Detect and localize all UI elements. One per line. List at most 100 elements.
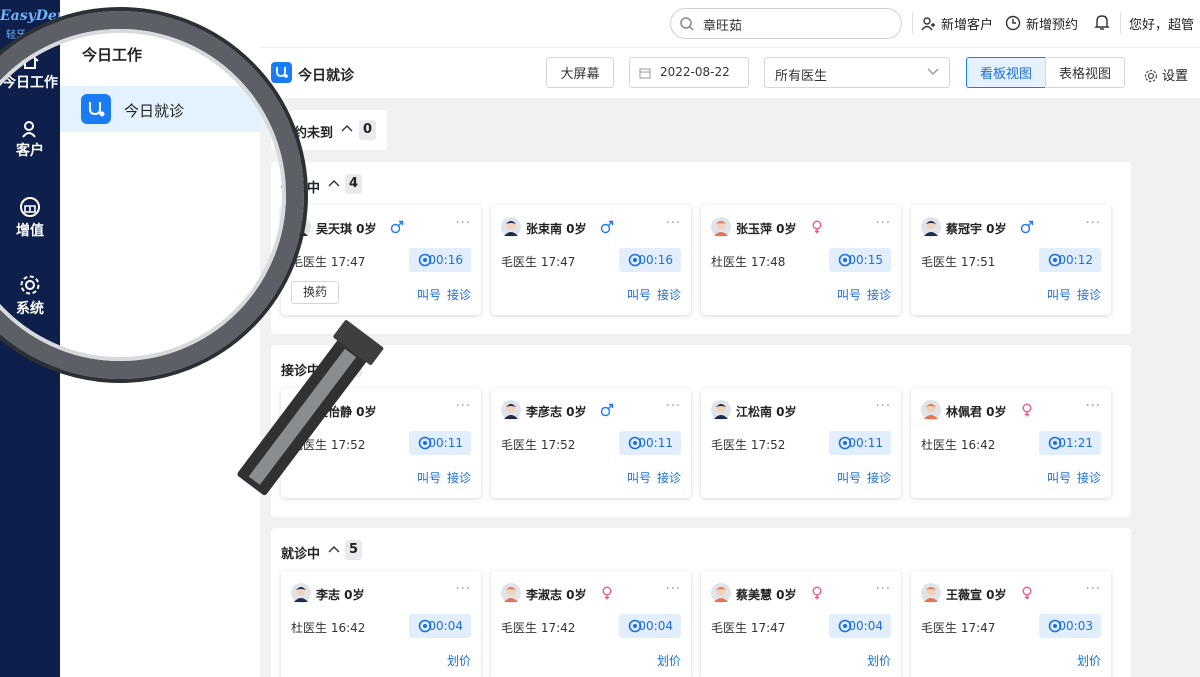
- action-link[interactable]: 划价: [1077, 654, 1101, 668]
- action-link[interactable]: 接诊: [657, 288, 681, 302]
- patient-card[interactable]: 蔡美慧 0岁 ··· 毛医生 17:47 00:04 划价: [701, 571, 901, 677]
- patient-card[interactable]: 张束南 0岁 ··· 毛医生 17:47 00:16 叫号 接诊: [491, 205, 691, 315]
- action-link[interactable]: 叫号: [627, 471, 651, 485]
- male-icon: [1020, 220, 1034, 237]
- group-title: 候诊中: [281, 181, 321, 196]
- doctor-select-value: 所有医生: [775, 69, 828, 84]
- tab-board-view[interactable]: 看板视图: [966, 57, 1046, 88]
- add-clock-icon: [1005, 15, 1021, 31]
- avatar: [291, 583, 311, 603]
- settings-button[interactable]: 设置: [1144, 65, 1188, 84]
- calendar-icon: [639, 68, 651, 79]
- group-title: 预约未到: [281, 126, 334, 141]
- patient-card[interactable]: 张玉萍 0岁 ··· 杜医生 17:48 00:15 叫号 接诊: [701, 205, 901, 315]
- submenu-item-today-visits[interactable]: 今日就诊: [60, 86, 260, 132]
- group-waiting: 候诊中 4 吴天琪 0岁 ··· 毛医生 17:47 00:16 换药 叫号 接诊 张束南 0…: [271, 162, 1131, 334]
- avatar: [711, 400, 731, 420]
- action-link[interactable]: 接诊: [867, 288, 891, 302]
- wait-timer: 00:16: [409, 248, 471, 272]
- more-icon[interactable]: ···: [456, 582, 471, 597]
- action-link[interactable]: 接诊: [867, 471, 891, 485]
- action-link[interactable]: 叫号: [837, 471, 861, 485]
- nav-item-today-work[interactable]: 今日工作: [0, 52, 60, 92]
- patient-name: 张玉萍 0岁: [736, 222, 797, 236]
- header-divider: [1120, 12, 1121, 34]
- patient-card[interactable]: 吴天琪 0岁 ··· 毛医生 17:47 00:16 换药 叫号 接诊: [281, 205, 481, 315]
- new-customer-button[interactable]: 新增客户: [921, 14, 993, 33]
- doctor-time: 杜医生 17:48: [711, 255, 786, 269]
- more-icon[interactable]: ···: [876, 399, 891, 414]
- action-link[interactable]: 划价: [867, 654, 891, 668]
- action-link[interactable]: 叫号: [1047, 471, 1071, 485]
- more-icon[interactable]: ···: [666, 399, 681, 414]
- more-icon[interactable]: ···: [876, 216, 891, 231]
- logo-text: EasyDent: [0, 8, 60, 24]
- chevron-up-icon[interactable]: [328, 545, 340, 553]
- doctor-select[interactable]: 所有医生: [764, 57, 950, 88]
- new-appointment-label: 新增预约: [1026, 18, 1079, 33]
- patient-card[interactable]: 李淑志 0岁 ··· 毛医生 17:42 00:04 划价: [491, 571, 691, 677]
- board-area: 预约未到 0 候诊中 4 吴天琪 0岁 ··· 毛医生 17:47 00:16 换药 叫号…: [260, 98, 1200, 677]
- action-link[interactable]: 叫号: [1047, 288, 1071, 302]
- date-picker[interactable]: 2022-08-22: [629, 57, 749, 88]
- patient-card[interactable]: 王薇宣 0岁 ··· 毛医生 17:47 00:03 划价: [911, 571, 1111, 677]
- timer-value: 00:16: [638, 253, 673, 267]
- notification-button[interactable]: [1094, 14, 1114, 32]
- action-link[interactable]: 接诊: [657, 471, 681, 485]
- doctor-time: 毛医生 17:52: [501, 438, 576, 452]
- action-link[interactable]: 划价: [657, 654, 681, 668]
- patient-name: 李彦志 0岁: [526, 405, 587, 419]
- action-link[interactable]: 接诊: [1077, 471, 1101, 485]
- wait-timer: 00:11: [829, 431, 891, 455]
- patient-card[interactable]: 江松南 0岁 ··· 毛医生 17:52 00:11 叫号 接诊: [701, 388, 901, 498]
- patient-card[interactable]: 林佩君 0岁 ··· 杜医生 16:42 01:21 叫号 接诊: [911, 388, 1111, 498]
- more-icon[interactable]: ···: [456, 216, 471, 231]
- search-input[interactable]: [703, 14, 883, 34]
- male-icon: [600, 403, 614, 420]
- nav-item-customer[interactable]: 客户: [0, 120, 60, 160]
- user-greeting[interactable]: 您好，超管: [1129, 14, 1194, 33]
- tab-table-view[interactable]: 表格视图: [1045, 57, 1125, 88]
- big-screen-button[interactable]: 大屏幕: [546, 57, 614, 88]
- male-icon: [390, 220, 404, 237]
- gear-icon: [20, 275, 40, 295]
- more-icon[interactable]: ···: [1086, 216, 1101, 231]
- chevron-up-icon[interactable]: [328, 179, 340, 187]
- action-link[interactable]: 接诊: [447, 288, 471, 302]
- action-link[interactable]: 叫号: [417, 471, 441, 485]
- female-icon: [1020, 403, 1034, 420]
- nav-item-value-added[interactable]: 增值: [0, 196, 60, 240]
- new-appointment-button[interactable]: 新增预约: [1005, 14, 1078, 33]
- group-not-arrived[interactable]: 预约未到 0: [271, 110, 387, 150]
- nav-item-system[interactable]: 系统: [0, 274, 60, 318]
- more-icon[interactable]: ···: [876, 582, 891, 597]
- patient-card[interactable]: 李志 0岁 ··· 杜医生 16:42 00:04 划价: [281, 571, 481, 677]
- group-title: 就诊中: [281, 547, 321, 562]
- patient-card[interactable]: 史怡静 0岁 ··· 毛医生 17:52 00:11 叫号 接诊: [281, 388, 481, 498]
- action-link[interactable]: 接诊: [1077, 288, 1101, 302]
- more-icon[interactable]: ···: [456, 399, 471, 414]
- more-icon[interactable]: ···: [666, 582, 681, 597]
- search-box[interactable]: [670, 8, 902, 39]
- action-link[interactable]: 叫号: [417, 288, 441, 302]
- timer-icon: [628, 619, 642, 633]
- timer-icon: [418, 619, 432, 633]
- wait-timer: 00:04: [619, 614, 681, 638]
- tag-button[interactable]: 换药: [291, 281, 339, 304]
- sub-menu: 今日工作 今日就诊: [60, 0, 260, 677]
- action-link[interactable]: 叫号: [627, 288, 651, 302]
- main-nav: EasyDent 轻牙 今日工作 客户 增值 系统: [0, 0, 60, 677]
- chevron-up-icon[interactable]: [328, 362, 340, 370]
- patient-card[interactable]: 李彦志 0岁 ··· 毛医生 17:52 00:11 叫号 接诊: [491, 388, 691, 498]
- doctor-time: 毛医生 17:47: [291, 255, 366, 269]
- more-icon[interactable]: ···: [1086, 582, 1101, 597]
- more-icon[interactable]: ···: [666, 216, 681, 231]
- action-link[interactable]: 接诊: [447, 471, 471, 485]
- action-link[interactable]: 划价: [447, 654, 471, 668]
- chevron-up-icon[interactable]: [341, 124, 353, 132]
- more-icon[interactable]: ···: [1086, 399, 1101, 414]
- action-link[interactable]: 叫号: [837, 288, 861, 302]
- gear-icon: [1144, 69, 1158, 83]
- patient-card[interactable]: 蔡冠宇 0岁 ··· 毛医生 17:51 00:12 叫号 接诊: [911, 205, 1111, 315]
- home-icon: [21, 52, 39, 69]
